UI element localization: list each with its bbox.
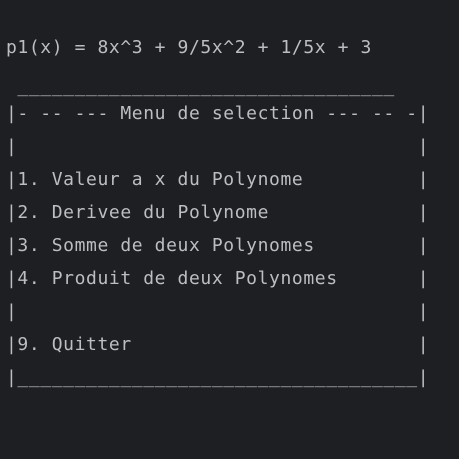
menu-spacer: | | — [6, 301, 430, 322]
menu-option-1: |1. Valeur a x du Polynome | — [6, 169, 430, 190]
menu-option-4: |4. Produit de deux Polynomes | — [6, 268, 430, 289]
polynomial-expression: p1(x) = 8x^3 + 9/5x^2 + 1/5x + 3 — [6, 37, 372, 58]
menu-top-border: _________________________________ — [6, 76, 395, 97]
terminal-output: p1(x) = 8x^3 + 9/5x^2 + 1/5x + 3 _______… — [0, 0, 459, 459]
menu-bottom-border: |___________________________________| — [6, 367, 430, 388]
menu-title: |- -- --- Menu de selection --- -- -| — [6, 103, 430, 124]
menu-option-2: |2. Derivee du Polynome | — [6, 202, 430, 223]
menu-option-3: |3. Somme de deux Polynomes | — [6, 235, 430, 256]
menu-option-9: |9. Quitter | — [6, 334, 430, 355]
menu-spacer: | | — [6, 136, 430, 157]
